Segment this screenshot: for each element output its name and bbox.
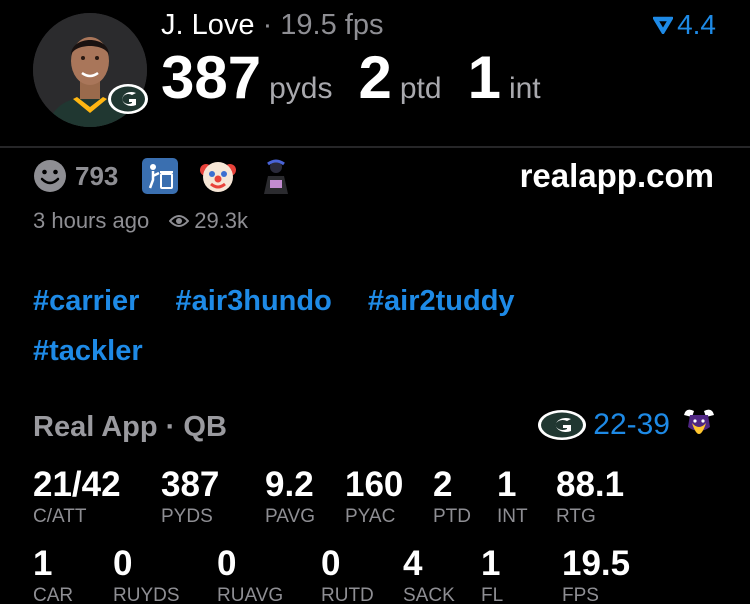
eye-icon (169, 215, 190, 227)
stat-rushing-yards: 0 RUYDS (113, 545, 180, 604)
smile-icon[interactable] (33, 159, 67, 193)
hashtag[interactable]: #carrier (33, 276, 139, 326)
stat-label: PYDS (161, 506, 213, 527)
stat-source-label: Real App · QB (33, 411, 227, 443)
fantasy-points: 19.5 fps (280, 9, 384, 41)
stat-passing-yac: 160 PYAC (345, 466, 403, 528)
stat-value: 0 (217, 544, 237, 583)
stat-completions-attempts: 21/42 C/ATT (33, 466, 121, 528)
player-name-line: J. Love · 19.5 fps (161, 8, 383, 42)
stat-value: 2 (433, 465, 453, 504)
stat-rushing-tds: 0 RUTD (321, 545, 374, 604)
packers-logo-icon (108, 84, 148, 114)
post-meta: 3 hours ago 29.3k (33, 207, 248, 235)
stat-sacks: 4 SACK (403, 545, 455, 604)
stat-passing-average: 9.2 PAVG (265, 466, 315, 528)
stat-label: PYAC (345, 506, 396, 527)
hashtag[interactable]: #tackler (33, 326, 143, 376)
passing-yards-unit: pyds (269, 72, 333, 105)
trend-indicator[interactable]: 4.4 (653, 8, 716, 42)
stat-interceptions: 1 INT (497, 466, 528, 528)
stat-value: 1 (497, 465, 517, 504)
interceptions-value: 1 (467, 44, 501, 111)
stat-label: INT (497, 506, 528, 527)
headline-stats: 387 pyds 2 ptd 1 int (161, 45, 567, 111)
stat-label: RUYDS (113, 585, 180, 604)
score-value: 22-39 (593, 408, 670, 441)
stat-passing-yards: 387 PYDS (161, 466, 219, 528)
stat-value: 0 (321, 544, 341, 583)
hashtag-list: #carrier #air3hundo #air2tuddy #tackler (33, 276, 683, 376)
hashtag[interactable]: #air2tuddy (368, 276, 515, 326)
vikings-logo-icon (684, 409, 714, 434)
stat-value: 1 (33, 544, 53, 583)
hashtag[interactable]: #air3hundo (176, 276, 332, 326)
stat-passing-tds: 2 PTD (433, 466, 471, 528)
stat-passer-rating: 88.1 RTG (556, 466, 624, 528)
stat-label: CAR (33, 585, 74, 604)
stat-value: 21/42 (33, 465, 121, 504)
reactions-bar: 793 (33, 156, 316, 196)
stat-carries: 1 CAR (33, 545, 73, 604)
stat-value: 0 (113, 544, 133, 583)
stat-label: SACK (403, 585, 455, 604)
stat-label: C/ATT (33, 506, 87, 527)
stat-rushing-average: 0 RUAVG (217, 545, 283, 604)
view-count: 29.3k (194, 208, 249, 233)
trash-person-icon[interactable] (142, 158, 179, 194)
passing-tds-value: 2 (358, 44, 392, 111)
stat-value: 9.2 (265, 465, 314, 504)
stat-value: 160 (345, 465, 404, 504)
passing-tds-unit: ptd (399, 72, 442, 105)
posted-time: 3 hours ago (33, 208, 150, 233)
packers-logo-icon (538, 410, 587, 440)
passing-yards-value: 387 (161, 44, 262, 111)
stat-label: FPS (562, 585, 599, 604)
interceptions-unit: int (508, 72, 541, 105)
header-divider (0, 146, 750, 148)
stat-label: RUTD (321, 585, 374, 604)
stat-label: RTG (556, 506, 596, 527)
stat-value: 1 (481, 544, 501, 583)
trend-arrow-icon (653, 16, 674, 34)
source-site-link[interactable]: realapp.com (520, 156, 714, 196)
clown-icon[interactable] (200, 158, 237, 194)
stat-value: 4 (403, 544, 423, 583)
stat-label: FL (481, 585, 504, 604)
stat-label: RUAVG (217, 585, 284, 604)
stat-fantasy-points: 19.5 FPS (562, 545, 630, 604)
name-separator: · (262, 9, 273, 41)
reaction-count[interactable]: 793 (75, 161, 118, 192)
trend-value: 4.4 (677, 9, 716, 40)
stat-value: 387 (161, 465, 220, 504)
game-score[interactable]: 22-39 (537, 405, 716, 445)
stat-label: PAVG (265, 506, 315, 527)
player-emoji-icon[interactable] (258, 158, 294, 194)
player-name[interactable]: J. Love (161, 9, 255, 41)
stat-value: 88.1 (556, 465, 625, 504)
stat-value: 19.5 (562, 544, 631, 583)
stat-label: PTD (433, 506, 471, 527)
stat-fumbles-lost: 1 FL (481, 545, 503, 604)
